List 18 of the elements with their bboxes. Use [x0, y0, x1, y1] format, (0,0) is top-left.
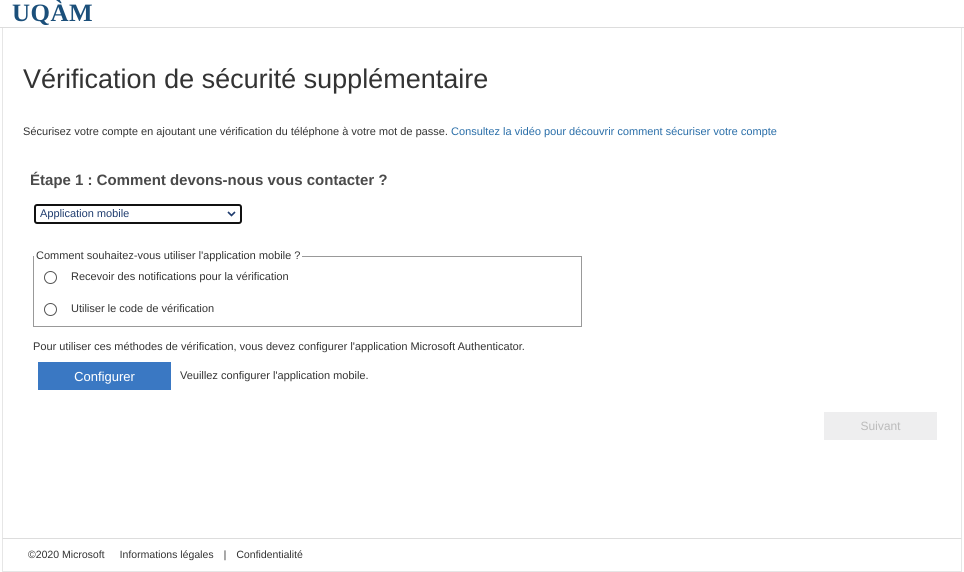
video-link[interactable]: Consultez la vidéo pour découvrir comment sécuriser votre compte: [451, 126, 777, 138]
footer-link[interactable]: Informations légales: [120, 549, 214, 561]
group-legend: Comment souhaitez-vous utiliser l'application mobile ?: [34, 250, 302, 262]
radio-label[interactable]: Recevoir des notifications pour la vérification: [71, 271, 289, 283]
radio-button[interactable]: [44, 270, 57, 284]
instruction-text: Pour utiliser ces méthodes de vérification, vous devez configurer l'application Microsoft Authenticator.: [33, 341, 525, 353]
step-heading: Étape 1 : Comment devons-nous vous contacter ?: [30, 172, 388, 189]
intro-text: Sécurisez votre compte en ajoutant une vérification du téléphone à votre mot de passe. Consultez la vidéo pour découvrir comment sécuriser votre compte: [23, 126, 777, 138]
footer-link[interactable]: Confidentialité: [236, 549, 303, 561]
footer-separator: |: [224, 549, 226, 561]
chevron-down-icon: [227, 211, 236, 217]
configure-button[interactable]: Configurer: [38, 362, 171, 390]
radio-label[interactable]: Utiliser le code de vérification: [71, 303, 214, 315]
contact-method-dropdown[interactable]: Application mobile: [34, 204, 242, 224]
radio-button[interactable]: [44, 302, 57, 316]
copyright-text: ©2020 Microsoft: [28, 549, 105, 561]
configure-hint: Veuillez configurer l'application mobile.: [180, 370, 369, 382]
page-title: Vérification de sécurité supplémentaire: [23, 64, 488, 95]
